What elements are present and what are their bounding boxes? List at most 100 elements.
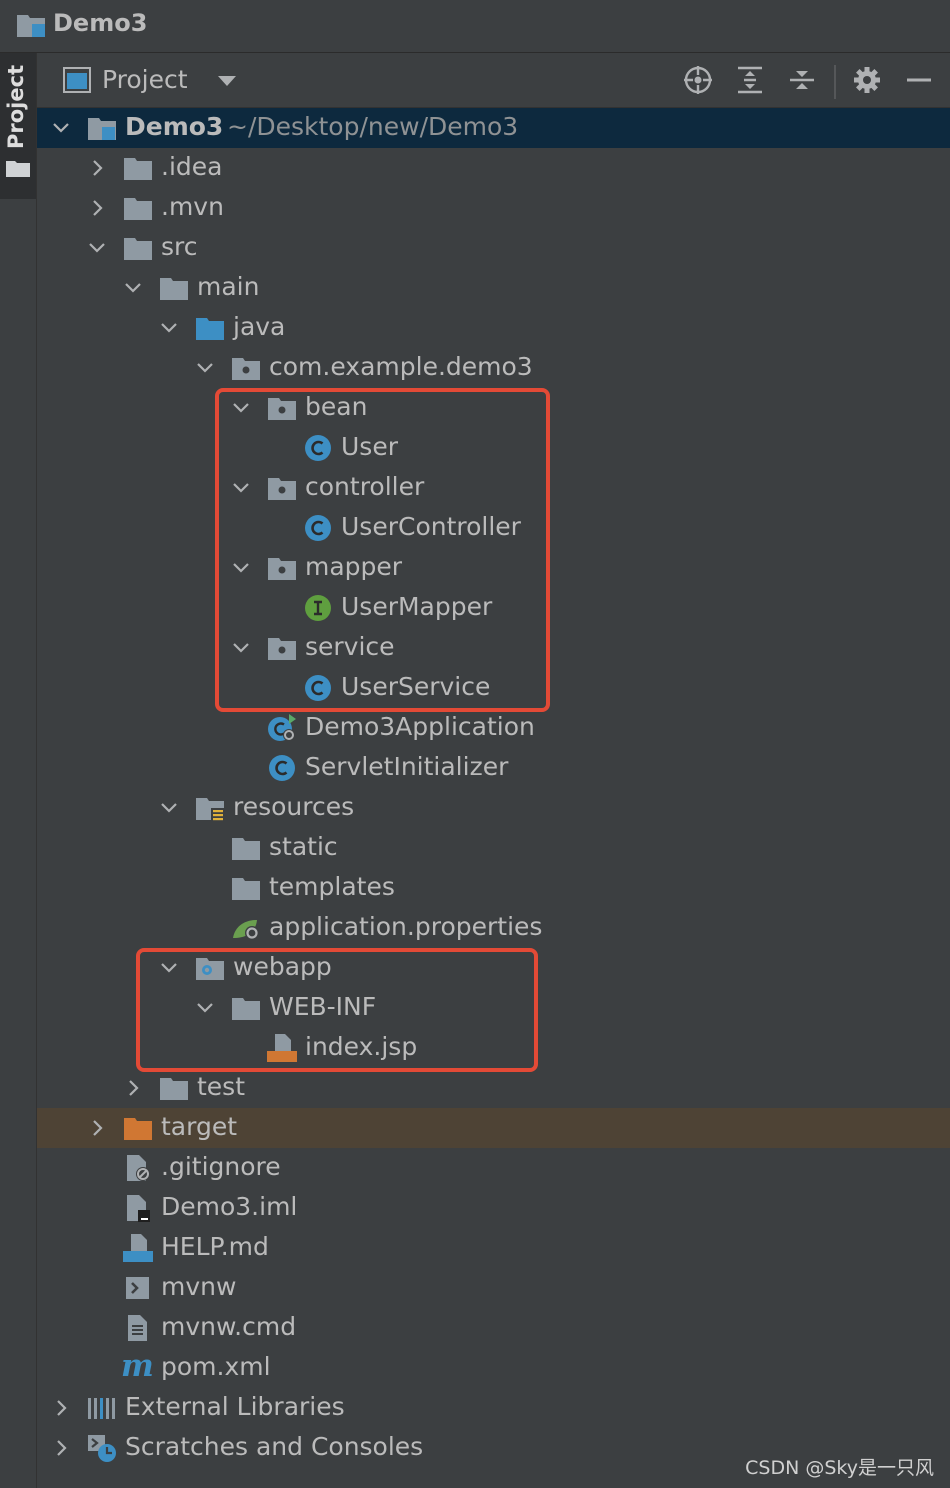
tree-row-target[interactable]: target (37, 1108, 950, 1148)
tool-window-stripe: Project (0, 53, 37, 1488)
tree-row-resources[interactable]: resources (37, 788, 950, 828)
tree-item-label: .mvn (161, 192, 224, 221)
tree-item-label: mvnw (161, 1272, 237, 1301)
terminal-file-icon (123, 1274, 153, 1302)
tree-item-label: mvnw.cmd (161, 1312, 297, 1341)
tree-item-label: templates (269, 872, 395, 901)
spring-boot-class-icon (267, 714, 297, 742)
maven-icon: m (121, 1348, 154, 1384)
module-file-icon (123, 1194, 153, 1222)
excluded-folder-icon (123, 1114, 153, 1142)
tree-row-mvnw-cmd[interactable]: mvnw.cmd (37, 1308, 950, 1348)
highlight-box-packages (215, 388, 550, 712)
class-icon (267, 754, 297, 782)
tree-row-mvn[interactable]: .mvn (37, 188, 950, 228)
spring-properties-icon (231, 914, 261, 942)
project-module-icon (17, 15, 45, 37)
tree-item-label: .gitignore (161, 1152, 281, 1181)
tree-row-external-libraries[interactable]: External Libraries (37, 1388, 950, 1428)
folder-icon (159, 1074, 189, 1102)
stripe-tab-project[interactable]: Project (0, 53, 36, 199)
tree-item-label: Scratches and Consoles (125, 1432, 424, 1461)
chevron-right-icon[interactable] (123, 1078, 143, 1098)
tree-item-label: resources (233, 792, 355, 821)
minimize-icon[interactable] (904, 65, 934, 95)
chevron-down-icon[interactable] (87, 238, 107, 258)
module-folder-icon (87, 114, 117, 142)
tree-item-label: Demo3Application (305, 712, 535, 741)
root-module-name: Demo3 (125, 112, 224, 141)
chevron-down-icon[interactable] (123, 278, 143, 298)
gitignore-file-icon (123, 1154, 153, 1182)
tree-row-demo3-application[interactable]: Demo3Application (37, 708, 950, 748)
folder-icon (231, 874, 261, 902)
tree-row-servlet-initializer[interactable]: ServletInitializer (37, 748, 950, 788)
tree-row-demo3-root[interactable]: Demo3 ~/Desktop/new/Demo3 (37, 108, 950, 148)
tree-item-label: .idea (161, 152, 223, 181)
tree-row-iml[interactable]: Demo3.iml (37, 1188, 950, 1228)
chevron-down-icon[interactable] (159, 798, 179, 818)
markdown-file-icon (123, 1234, 153, 1262)
folder-icon (159, 274, 189, 302)
gear-icon[interactable] (852, 65, 882, 95)
tree-item-label: External Libraries (125, 1392, 345, 1421)
tree-row-test[interactable]: test (37, 1068, 950, 1108)
tree-item-label: test (197, 1072, 246, 1101)
chevron-right-icon[interactable] (87, 198, 107, 218)
tree-item-label: application.properties (269, 912, 543, 941)
folder-icon (123, 194, 153, 222)
window-title: Demo3 (53, 9, 148, 37)
tree-row-mvnw[interactable]: mvnw (37, 1268, 950, 1308)
title-bar: Demo3 (0, 0, 950, 53)
project-tree: Demo3 ~/Desktop/new/Demo3 .idea .mvn src… (37, 108, 950, 1488)
tree-item-label: ServletInitializer (305, 752, 509, 781)
chevron-down-icon[interactable] (51, 118, 71, 138)
chevron-right-icon[interactable] (87, 158, 107, 178)
collapse-all-icon[interactable] (787, 65, 817, 95)
tree-row-templates[interactable]: templates (37, 868, 950, 908)
chevron-down-icon[interactable] (195, 358, 215, 378)
tree-item-label: Demo3.iml (161, 1192, 298, 1221)
package-icon (231, 354, 261, 382)
folder-icon (231, 834, 261, 862)
tree-row-static[interactable]: static (37, 828, 950, 868)
tree-row-package-root[interactable]: com.example.demo3 (37, 348, 950, 388)
folder-icon (123, 234, 153, 262)
tree-item-label: java (233, 312, 286, 341)
folder-icon (123, 154, 153, 182)
stripe-tab-label: Project (4, 64, 28, 149)
chevron-down-icon[interactable] (159, 318, 179, 338)
toolbar-separator (834, 65, 836, 99)
root-module-path: ~/Desktop/new/Demo3 (227, 112, 519, 141)
tree-item-label: pom.xml (161, 1352, 271, 1381)
source-folder-icon (195, 314, 225, 342)
tree-row-java[interactable]: java (37, 308, 950, 348)
tree-item-label: static (269, 832, 338, 861)
text-file-icon (123, 1314, 153, 1342)
tree-row-main[interactable]: main (37, 268, 950, 308)
crosshair-icon[interactable] (683, 65, 713, 95)
tree-item-label: HELP.md (161, 1232, 269, 1261)
highlight-box-webapp (136, 948, 538, 1072)
watermark: CSDN @Sky是一只风 (745, 1457, 934, 1479)
tree-item-label: src (161, 232, 198, 261)
libraries-icon (87, 1394, 117, 1422)
tree-row-src[interactable]: src (37, 228, 950, 268)
tree-row-help-md[interactable]: HELP.md (37, 1228, 950, 1268)
folder-icon (6, 161, 30, 177)
tree-row-pom-xml[interactable]: m pom.xml (37, 1348, 950, 1388)
tree-item-label: main (197, 272, 260, 301)
chevron-right-icon[interactable] (51, 1398, 71, 1418)
view-selector-label[interactable]: Project (102, 65, 188, 94)
tree-item-label: target (161, 1112, 238, 1141)
chevron-right-icon[interactable] (51, 1438, 71, 1458)
chevron-down-icon[interactable] (217, 75, 237, 87)
chevron-right-icon[interactable] (87, 1118, 107, 1138)
tool-window-header: Project (37, 53, 950, 108)
tree-row-idea[interactable]: .idea (37, 148, 950, 188)
expand-all-icon[interactable] (735, 65, 765, 95)
project-view-icon (63, 67, 91, 93)
tree-row-application-properties[interactable]: application.properties (37, 908, 950, 948)
tree-row-gitignore[interactable]: .gitignore (37, 1148, 950, 1188)
resources-folder-icon (195, 794, 225, 822)
